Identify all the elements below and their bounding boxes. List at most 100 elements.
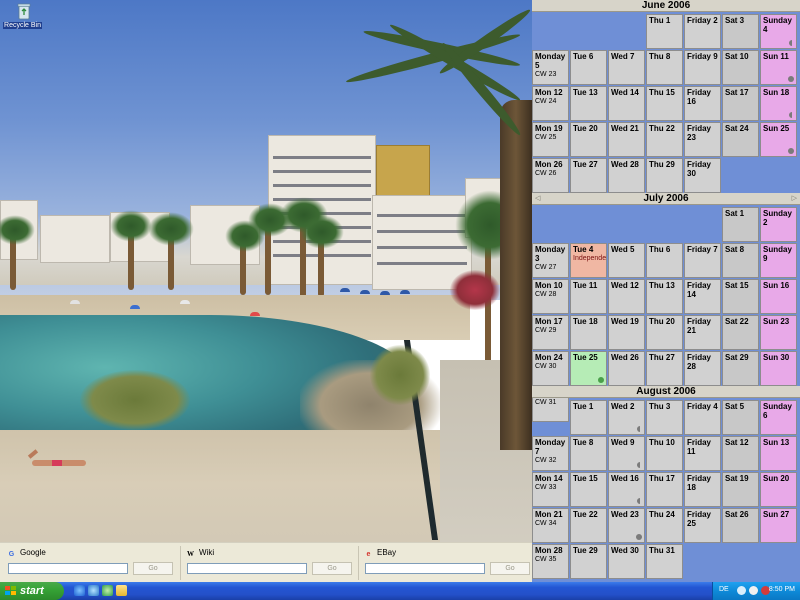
calendar-day-cell[interactable]: Sat 3 [722,14,759,49]
ebay-go-button[interactable]: Go [490,562,530,575]
calendar-day-cell[interactable]: Friday 4 [684,400,721,435]
calendar-day-cell[interactable]: Thu 31 [646,544,683,579]
volume-icon[interactable] [749,586,758,595]
calendar-day-cell[interactable]: Thu 8 [646,50,683,85]
calendar-day-cell[interactable]: Tue 22 [570,508,607,543]
next-month-icon[interactable]: ▷ [792,193,797,205]
recycle-bin-icon[interactable]: Recycle Bin [3,2,44,32]
calendar-day-cell[interactable]: Thu 27 [646,351,683,386]
calendar-day-cell[interactable]: Wed 16 [608,472,645,507]
calendar-day-cell[interactable]: Wed 14 [608,86,645,121]
calendar-day-cell[interactable]: Sat 10 [722,50,759,85]
calendar-day-cell[interactable]: Tue 8 [570,436,607,471]
calendar-day-cell[interactable]: Thu 29 [646,158,683,193]
network-icon[interactable] [737,586,746,595]
calendar-day-cell[interactable]: Sat 19 [722,472,759,507]
wiki-search-input[interactable] [187,563,307,574]
folder-icon[interactable] [116,585,127,596]
calendar-day-cell[interactable]: Tue 4Independence [570,243,607,278]
calendar-day-cell[interactable]: Friday 23 [684,122,721,157]
calendar-day-cell[interactable]: Friday 14 [684,279,721,314]
calendar-day-cell[interactable]: Sat 26 [722,508,759,543]
wiki-go-button[interactable]: Go [312,562,352,575]
calendar-day-cell[interactable]: Sun 16 [760,279,797,314]
calendar-day-cell[interactable]: Wed 9 [608,436,645,471]
calendar-day-cell[interactable]: Thu 20 [646,315,683,350]
google-go-button[interactable]: Go [133,562,173,575]
calendar-day-cell[interactable]: Friday 21 [684,315,721,350]
calendar-day-cell[interactable]: Wed 5 [608,243,645,278]
calendar-day-cell[interactable]: Tue 27 [570,158,607,193]
calendar-day-cell[interactable]: Sun 20 [760,472,797,507]
calendar-day-cell[interactable]: Friday 2 [684,14,721,49]
calendar-day-cell[interactable]: Mon 14 CW 33 [532,472,569,507]
calendar-day-cell[interactable]: Sunday 4 [760,14,797,49]
calendar-day-cell[interactable]: Friday 28 [684,351,721,386]
calendar-day-cell[interactable]: Sun 30 [760,351,797,386]
calendar-day-cell[interactable]: Sat 15 [722,279,759,314]
calendar-day-cell[interactable]: Mon 21 CW 34 [532,508,569,543]
calendar-day-cell[interactable]: Mon 12 CW 24 [532,86,569,121]
calendar-day-cell[interactable]: Tue 13 [570,86,607,121]
calendar-day-cell[interactable]: Mon 19 CW 25 [532,122,569,157]
start-button[interactable]: start [0,582,64,600]
calendar-day-cell[interactable]: Friday 7 [684,243,721,278]
ebay-search-input[interactable] [365,563,485,574]
calendar-day-cell[interactable]: Sat 5 [722,400,759,435]
calendar-day-cell[interactable]: Sun 23 [760,315,797,350]
calendar-day-cell[interactable]: Tue 18 [570,315,607,350]
calendar-day-cell[interactable]: Mon 10 CW 28 [532,279,569,314]
calendar-day-cell[interactable]: Sat 29 [722,351,759,386]
language-indicator[interactable]: DE [719,586,729,593]
calendar-day-cell[interactable]: Wed 21 [608,122,645,157]
calendar-day-cell[interactable]: Sun 18 [760,86,797,121]
calendar-day-cell[interactable]: Sun 13 [760,436,797,471]
calendar-day-cell[interactable]: Sat 22 [722,315,759,350]
calendar-day-cell[interactable]: Friday 30 [684,158,721,193]
calendar-day-cell[interactable]: Wed 2 [608,400,645,435]
calendar-day-cell[interactable]: Friday 25 [684,508,721,543]
calendar-day-cell[interactable]: Wed 28 [608,158,645,193]
calendar-day-cell[interactable]: Wed 19 [608,315,645,350]
calendar-day-cell[interactable]: Monday 3 CW 27 [532,243,569,278]
calendar-day-cell[interactable]: Friday 16 [684,86,721,121]
calendar-day-cell[interactable]: Friday 18 [684,472,721,507]
calendar-day-cell[interactable]: Tue 11 [570,279,607,314]
calendar-day-cell[interactable]: Sat 8 [722,243,759,278]
calendar-day-cell[interactable]: Wed 23 [608,508,645,543]
google-search-input[interactable] [8,563,128,574]
calendar-day-cell[interactable]: Wed 26 [608,351,645,386]
calendar-day-cell[interactable]: Tue 6 [570,50,607,85]
calendar-day-cell[interactable]: Sun 27 [760,508,797,543]
calendar-day-cell[interactable]: Friday 9 [684,50,721,85]
clock[interactable]: 8:50 PM [769,586,795,593]
calendar-day-cell[interactable]: Thu 22 [646,122,683,157]
calendar-day-cell[interactable]: Thu 24 [646,508,683,543]
calendar-day-cell[interactable]: Mon 24 CW 30 [532,351,569,386]
calendar-day-cell[interactable]: Tue 15 [570,472,607,507]
calendar-day-cell[interactable]: Thu 13 [646,279,683,314]
calendar-day-cell[interactable]: Tue 25 [570,351,607,386]
calendar-day-cell[interactable]: Thu 17 [646,472,683,507]
calendar-day-cell[interactable]: Tue 29 [570,544,607,579]
calendar-day-cell[interactable]: Mon 28 CW 35 [532,544,569,579]
calendar-day-cell[interactable]: Thu 15 [646,86,683,121]
calendar-day-cell[interactable]: Wed 7 [608,50,645,85]
calendar-day-cell[interactable]: Thu 10 [646,436,683,471]
calendar-day-cell[interactable]: Wed 30 [608,544,645,579]
calendar-day-cell[interactable]: Mon 26 CW 26 [532,158,569,193]
messenger-icon[interactable] [102,585,113,596]
calendar-day-cell[interactable]: Monday 5 CW 23 [532,50,569,85]
calendar-day-cell[interactable]: Sunday 6 [760,400,797,435]
calendar-day-cell[interactable]: Sat 17 [722,86,759,121]
calendar-day-cell[interactable]: Tue 20 [570,122,607,157]
calendar-day-cell[interactable]: Sat 24 [722,122,759,157]
calendar-day-cell[interactable]: Sun 11 [760,50,797,85]
calendar-day-cell[interactable]: Thu 3 [646,400,683,435]
ie-icon[interactable] [74,585,85,596]
calendar-day-cell[interactable]: Tue 1 [570,400,607,435]
calendar-day-cell[interactable]: Monday 7 CW 32 [532,436,569,471]
calendar-day-cell[interactable]: Sat 1 [722,207,759,242]
calendar-day-cell[interactable]: Sunday 9 [760,243,797,278]
calendar-day-cell[interactable]: Sun 25 [760,122,797,157]
